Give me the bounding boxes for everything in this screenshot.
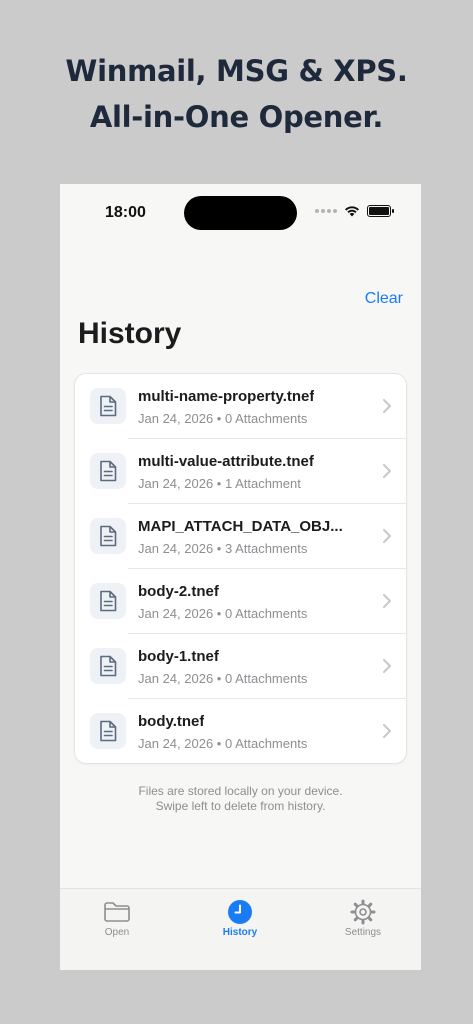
file-name: MAPI_ATTACH_DATA_OBJ... [138,518,343,535]
tab-open-label: Open [104,927,130,938]
chevron-right-icon [383,529,391,543]
cellular-signal-icon [315,209,337,213]
history-row[interactable]: multi-name-property.tnef Jan 24, 2026 • … [75,374,406,439]
phone-screen: 18:00 Clear History multi-name-property.… [60,184,421,970]
document-icon [90,388,126,424]
dynamic-island [184,196,297,230]
history-row[interactable]: MAPI_ATTACH_DATA_OBJ... Jan 24, 2026 • 3… [75,504,406,569]
history-list: multi-name-property.tnef Jan 24, 2026 • … [74,373,407,764]
battery-icon [367,205,394,217]
status-indicators [315,205,394,217]
storage-note-line-1: Files are stored locally on your device. [138,784,343,798]
file-name: multi-name-property.tnef [138,388,315,405]
tab-settings[interactable]: Settings [323,899,403,938]
chevron-right-icon [383,399,391,413]
file-meta: Jan 24, 2026 • 3 Attachments [138,541,308,556]
history-row[interactable]: body-1.tnef Jan 24, 2026 • 0 Attachments [75,634,406,699]
file-meta: Jan 24, 2026 • 0 Attachments [138,671,308,686]
status-time: 18:00 [105,204,146,221]
tab-history[interactable]: History [200,899,280,938]
clock-icon [228,900,252,924]
file-meta: Jan 24, 2026 • 0 Attachments [138,411,308,426]
page-title: History [78,317,182,350]
file-name: body.tnef [138,713,205,730]
chevron-right-icon [383,724,391,738]
storage-note: Files are stored locally on your device.… [60,784,421,814]
document-icon [90,583,126,619]
gear-icon [350,899,376,925]
file-meta: Jan 24, 2026 • 0 Attachments [138,606,308,621]
tab-bar: Open History Settings [60,888,421,970]
file-name: body-1.tnef [138,648,219,665]
promo-line-2: All-in-One Opener. [89,100,384,134]
file-name: body-2.tnef [138,583,219,600]
history-row[interactable]: body-2.tnef Jan 24, 2026 • 0 Attachments [75,569,406,634]
folder-icon [104,902,130,922]
tab-settings-label: Settings [344,927,382,938]
chevron-right-icon [383,659,391,673]
tab-open[interactable]: Open [77,899,157,938]
file-meta: Jan 24, 2026 • 0 Attachments [138,736,308,751]
document-icon [90,648,126,684]
history-row[interactable]: multi-value-attribute.tnef Jan 24, 2026 … [75,439,406,504]
file-meta: Jan 24, 2026 • 1 Attachment [138,476,301,491]
file-name: multi-value-attribute.tnef [138,453,314,470]
chevron-right-icon [383,464,391,478]
storage-note-line-2: Swipe left to delete from history. [155,799,326,813]
promo-line-1: Winmail, MSG & XPS. [65,54,408,88]
tab-history-label: History [222,927,258,938]
document-icon [90,453,126,489]
chevron-right-icon [383,594,391,608]
clear-button[interactable]: Clear [365,290,403,308]
history-row[interactable]: body.tnef Jan 24, 2026 • 0 Attachments [75,699,406,764]
promo-headline: Winmail, MSG & XPS. All-in-One Opener. [0,48,473,140]
document-icon [90,518,126,554]
wifi-icon [345,206,359,217]
document-icon [90,713,126,749]
